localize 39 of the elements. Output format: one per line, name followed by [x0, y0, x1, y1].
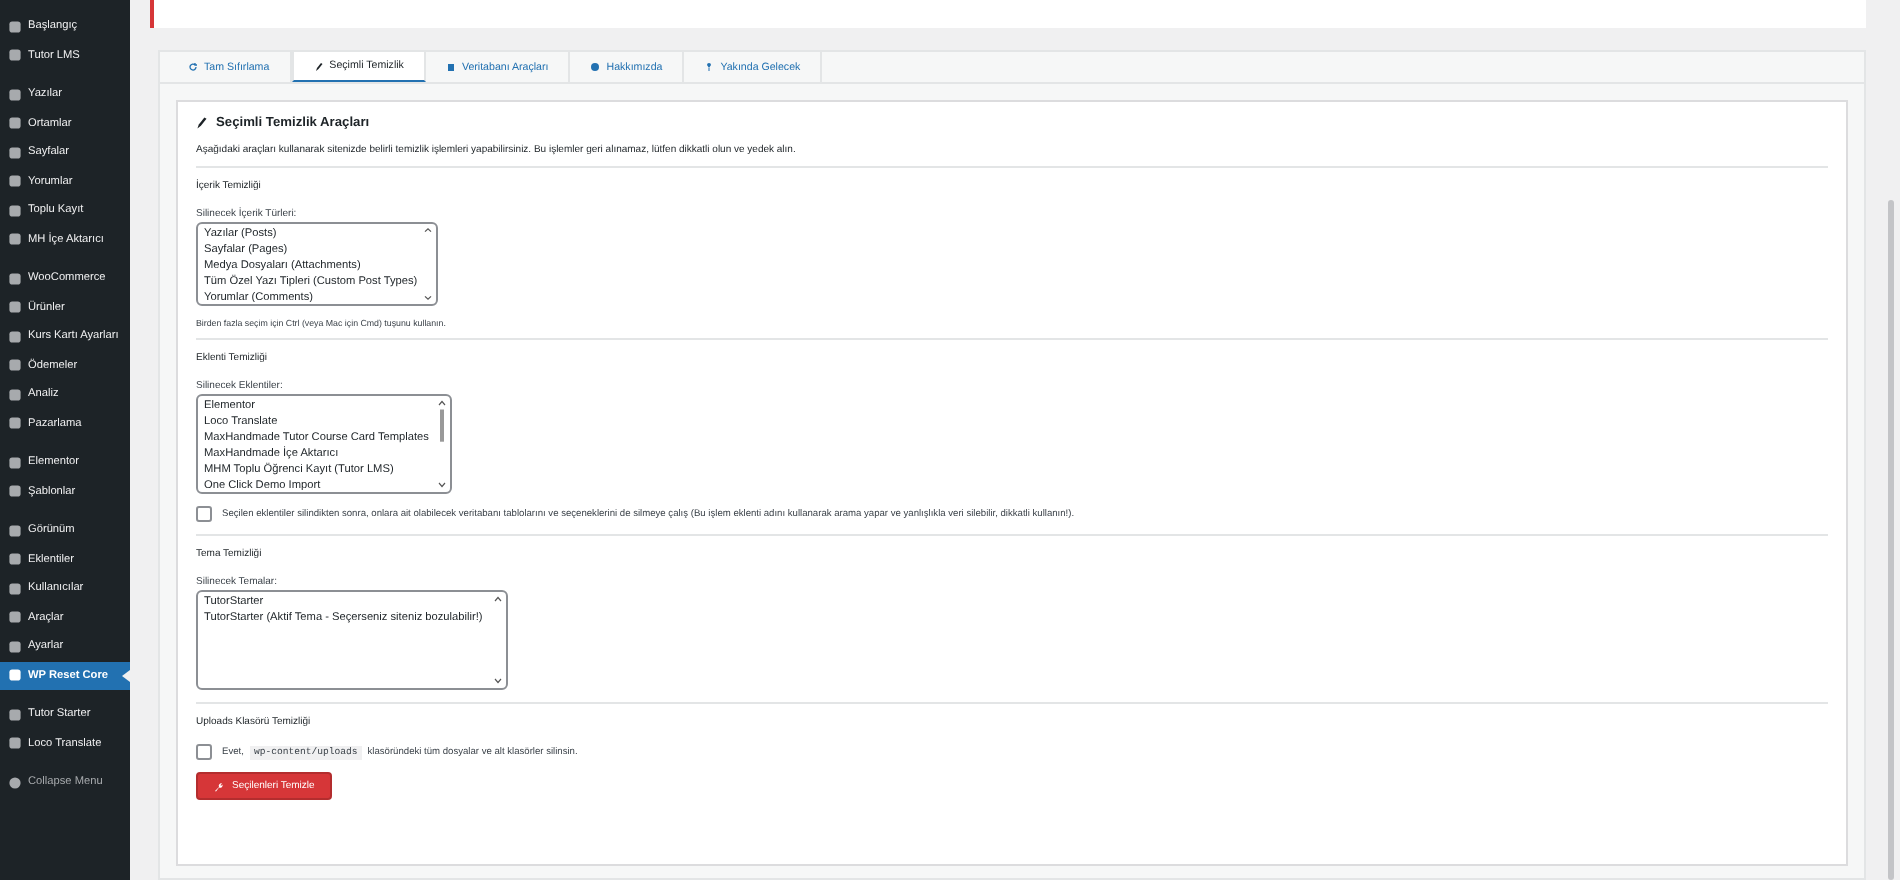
circle-icon: [8, 775, 22, 790]
brush-icon: [196, 116, 210, 130]
square-icon: [8, 523, 22, 538]
square-icon: [8, 639, 22, 654]
square-icon: [8, 232, 22, 247]
square-icon: [8, 145, 22, 160]
square-icon: [8, 707, 22, 722]
square-icon: [8, 668, 22, 683]
square-icon: [8, 271, 22, 286]
tab-icon: [590, 62, 601, 72]
scrollbar-drawing: [436, 398, 448, 490]
tab-icon: [313, 61, 324, 71]
square-icon: [8, 387, 22, 402]
square-icon: [8, 203, 22, 218]
square-icon: [8, 19, 22, 34]
square-icon: [8, 48, 22, 63]
current-arrow-icon: [122, 669, 130, 681]
square-icon: [8, 329, 22, 344]
square-icon: [8, 87, 22, 102]
tab-icon: [445, 62, 456, 72]
checkbox[interactable]: [196, 744, 212, 760]
checkbox[interactable]: [196, 506, 212, 522]
square-icon: [8, 484, 22, 499]
square-icon: [8, 581, 22, 596]
scrollbar-drawing: [422, 226, 434, 302]
square-icon: [8, 116, 22, 131]
square-icon: [8, 736, 22, 751]
square-icon: [8, 300, 22, 315]
square-icon: [8, 358, 22, 373]
wrench-icon: [214, 781, 224, 791]
scrollbar[interactable]: [1888, 200, 1894, 880]
square-icon: [8, 552, 22, 567]
square-icon: [8, 416, 22, 431]
square-icon: [8, 610, 22, 625]
scrollbar-drawing: [492, 594, 504, 686]
tab-icon: [704, 62, 715, 72]
square-icon: [8, 174, 22, 189]
square-icon: [8, 455, 22, 470]
tab-icon: [188, 62, 198, 72]
